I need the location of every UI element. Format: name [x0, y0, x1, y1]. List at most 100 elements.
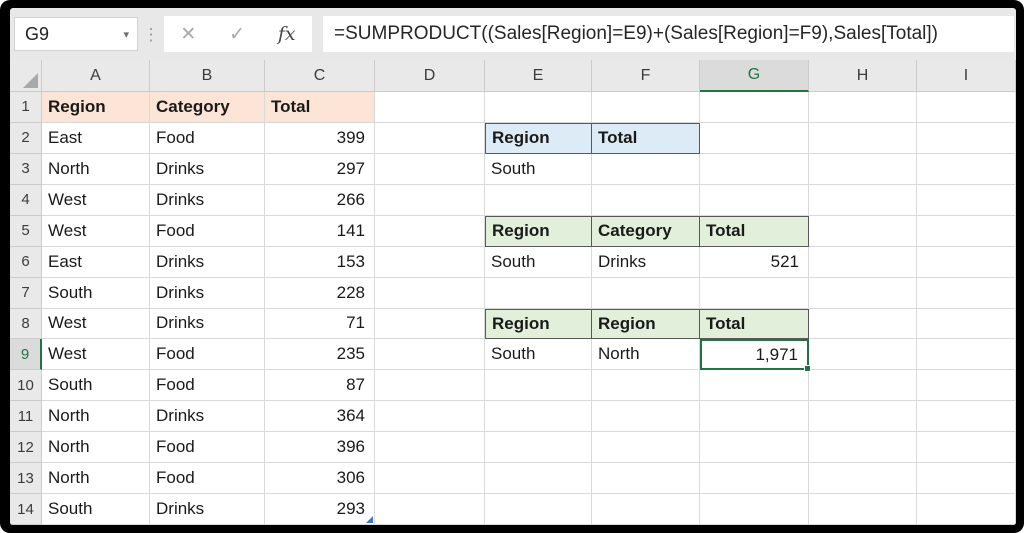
cell-C1[interactable]: Total — [265, 92, 375, 123]
column-header-D[interactable]: D — [375, 60, 485, 92]
cell-C8[interactable]: 71 — [265, 308, 375, 340]
row-header-5[interactable]: 5 — [10, 215, 42, 247]
cell-I12[interactable] — [917, 432, 1016, 464]
cell-G14[interactable] — [700, 494, 809, 525]
cell-C6[interactable]: 153 — [265, 246, 375, 278]
column-header-B[interactable]: B — [150, 60, 265, 92]
cell-B10[interactable]: Food — [150, 370, 265, 402]
cell-H5[interactable] — [809, 215, 917, 247]
cell-H8[interactable] — [809, 308, 917, 340]
row-header-11[interactable]: 11 — [10, 401, 42, 433]
cell-E9[interactable]: South — [485, 339, 592, 371]
cell-F4[interactable] — [592, 184, 700, 216]
cell-B5[interactable]: Food — [150, 215, 265, 247]
column-header-I[interactable]: I — [917, 60, 1016, 92]
cell-F5[interactable]: Category — [592, 215, 700, 247]
cell-F14[interactable] — [592, 494, 700, 525]
cell-F13[interactable] — [592, 463, 700, 495]
cell-I6[interactable] — [917, 246, 1016, 278]
cell-D10[interactable] — [375, 370, 485, 402]
cell-G8[interactable]: Total — [700, 308, 809, 340]
fill-handle[interactable] — [804, 365, 811, 373]
cell-G12[interactable] — [700, 432, 809, 464]
row-header-12[interactable]: 12 — [10, 432, 42, 464]
cell-A8[interactable]: West — [42, 308, 150, 340]
column-header-E[interactable]: E — [485, 60, 592, 92]
column-header-C[interactable]: C — [265, 60, 375, 92]
cell-C5[interactable]: 141 — [265, 215, 375, 247]
cell-B8[interactable]: Drinks — [150, 308, 265, 340]
cell-F9[interactable]: North — [592, 339, 700, 371]
cell-I3[interactable] — [917, 153, 1016, 185]
enter-icon[interactable]: ✓ — [229, 23, 245, 46]
cell-E8[interactable]: Region — [485, 308, 592, 340]
cell-E12[interactable] — [485, 432, 592, 464]
select-all-corner[interactable] — [10, 60, 42, 92]
cell-B3[interactable]: Drinks — [150, 153, 265, 185]
cell-A2[interactable]: East — [42, 122, 150, 154]
cell-D8[interactable] — [375, 308, 485, 340]
cell-B11[interactable]: Drinks — [150, 401, 265, 433]
cell-C10[interactable]: 87 — [265, 370, 375, 402]
cell-E5[interactable]: Region — [485, 215, 592, 247]
row-header-4[interactable]: 4 — [10, 184, 42, 216]
cell-B1[interactable]: Category — [150, 92, 265, 123]
cell-B2[interactable]: Food — [150, 122, 265, 154]
cancel-icon[interactable]: ✕ — [180, 23, 196, 46]
cell-F1[interactable] — [592, 92, 700, 123]
row-header-7[interactable]: 7 — [10, 277, 42, 309]
row-header-3[interactable]: 3 — [10, 153, 42, 185]
cell-C14[interactable]: 293 — [265, 494, 375, 525]
cell-G9[interactable]: 1,971 — [700, 339, 811, 373]
cell-D1[interactable] — [375, 92, 485, 123]
cell-D13[interactable] — [375, 463, 485, 495]
cell-F8[interactable]: Region — [592, 308, 700, 340]
cell-H10[interactable] — [809, 370, 917, 402]
cell-I10[interactable] — [917, 370, 1016, 402]
cell-H9[interactable] — [809, 339, 917, 371]
cell-B6[interactable]: Drinks — [150, 246, 265, 278]
cell-I2[interactable] — [917, 122, 1016, 154]
row-header-2[interactable]: 2 — [10, 122, 42, 154]
cell-C7[interactable]: 228 — [265, 277, 375, 309]
cell-I13[interactable] — [917, 463, 1016, 495]
cell-C12[interactable]: 396 — [265, 432, 375, 464]
cell-H14[interactable] — [809, 494, 917, 525]
cell-F6[interactable]: Drinks — [592, 246, 700, 278]
cell-G6[interactable]: 521 — [700, 246, 809, 278]
cell-A3[interactable]: North — [42, 153, 150, 185]
cell-G5[interactable]: Total — [700, 215, 809, 247]
cell-A12[interactable]: North — [42, 432, 150, 464]
cell-B12[interactable]: Food — [150, 432, 265, 464]
column-header-A[interactable]: A — [42, 60, 150, 92]
cell-E2[interactable]: Region — [485, 122, 592, 154]
cell-E6[interactable]: South — [485, 246, 592, 278]
cell-B7[interactable]: Drinks — [150, 277, 265, 309]
cell-D9[interactable] — [375, 339, 485, 371]
cell-F11[interactable] — [592, 401, 700, 433]
cell-H7[interactable] — [809, 277, 917, 309]
cell-A4[interactable]: West — [42, 184, 150, 216]
cell-F7[interactable] — [592, 277, 700, 309]
row-header-13[interactable]: 13 — [10, 463, 42, 495]
cell-E1[interactable] — [485, 92, 592, 123]
cell-A5[interactable]: West — [42, 215, 150, 247]
cell-B9[interactable]: Food — [150, 339, 265, 371]
cell-D4[interactable] — [375, 184, 485, 216]
cell-A9[interactable]: West — [42, 339, 150, 371]
column-header-F[interactable]: F — [592, 60, 700, 92]
column-header-G[interactable]: G — [700, 60, 809, 92]
cell-I9[interactable] — [917, 339, 1016, 371]
cell-G2[interactable] — [700, 122, 809, 154]
cell-D5[interactable] — [375, 215, 485, 247]
cell-D11[interactable] — [375, 401, 485, 433]
cell-E11[interactable] — [485, 401, 592, 433]
cell-D7[interactable] — [375, 277, 485, 309]
cell-H13[interactable] — [809, 463, 917, 495]
row-header-8[interactable]: 8 — [10, 308, 42, 340]
cell-I14[interactable] — [917, 494, 1016, 525]
name-box[interactable]: G9 ▾ — [14, 17, 138, 51]
cell-G10[interactable] — [700, 370, 809, 402]
cell-G4[interactable] — [700, 184, 809, 216]
name-box-dropdown-icon[interactable]: ▾ — [123, 28, 129, 41]
